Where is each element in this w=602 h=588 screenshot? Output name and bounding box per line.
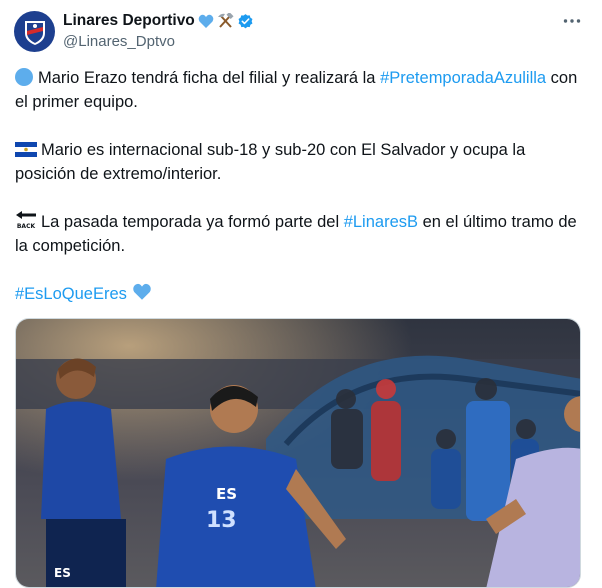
more-options-icon[interactable] [561,12,583,30]
paragraph-2-text: Mario es internacional sub-18 y sub-20 c… [15,141,526,183]
author-name[interactable]: Linares Deportivo [63,12,195,30]
tweet-text: Mario Erazo tendrá ficha del filial y re… [15,66,590,332]
jersey-label-left: ES [54,566,71,580]
paragraph-1: Mario Erazo tendrá ficha del filial y re… [15,66,590,114]
paragraph-2: Mario es internacional sub-18 y sub-20 c… [15,138,590,186]
author-header: Linares Deportivo [63,12,254,30]
author-handle[interactable]: @Linares_Dptvo [63,33,175,50]
paragraph-3: BACK La pasada temporada ya formó parte … [15,210,590,258]
tweet-photo[interactable]: ES ES 13 [15,318,581,588]
jersey-label-es: ES [216,485,237,503]
match-photo-illustration: ES ES 13 [16,319,580,587]
blue-circle-icon [15,68,33,86]
hashtag-esloqueeres[interactable]: #EsLoQueEres [15,285,127,303]
club-crest-icon [24,20,45,45]
back-arrow-icon: BACK [16,211,36,230]
tweet-card: Linares Deportivo @Linares_Dptvo Mario E… [0,0,602,588]
jersey-number: 13 [206,508,237,533]
paragraph-1-text: Mario Erazo tendrá ficha del filial y re… [38,69,381,87]
blue-heart-icon [198,14,214,29]
avatar[interactable] [14,11,55,52]
verified-badge-icon [237,13,254,30]
el-salvador-flag-icon [15,142,37,157]
hashtag-linaresb[interactable]: #LinaresB [344,213,418,231]
paragraph-4: #EsLoQueEres [15,282,590,308]
blue-heart-icon [132,283,152,308]
hammer-and-pick-icon [217,13,234,29]
svg-text:BACK: BACK [17,223,36,230]
hashtag-pretemporada[interactable]: #PretemporadaAzulilla [380,69,546,87]
paragraph-3-text: La pasada temporada ya formó parte del [41,213,344,231]
